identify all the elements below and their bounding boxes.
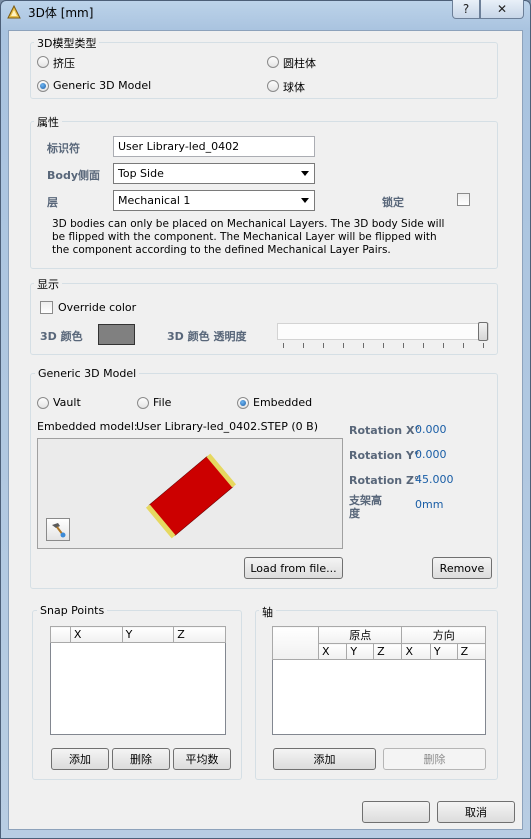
identifier-label: 标识符 (47, 142, 80, 155)
body-side-select[interactable]: Top Side (113, 163, 315, 184)
slider-tick (463, 343, 464, 348)
standoff-value[interactable]: 0mm (415, 498, 443, 511)
axis-add-button[interactable]: 添加 (273, 748, 376, 770)
snap-average-button[interactable]: 平均数 (173, 748, 231, 770)
axis-group-origin: 原点 (317, 626, 403, 644)
radio-sphere-label: 球体 (283, 81, 305, 94)
slider-tick (283, 343, 284, 348)
slider-tick (423, 343, 424, 348)
radio-extruded-label: 挤压 (53, 57, 75, 70)
axis-delete-button[interactable]: 删除 (383, 748, 486, 770)
rotation-y-value[interactable]: 0.000 (415, 448, 447, 461)
axis-title: 轴 (259, 604, 276, 620)
standoff-label-line2: 度 (349, 507, 360, 520)
snap-points-table[interactable]: X Y Z (50, 626, 226, 735)
snap-col-y: Y (121, 626, 175, 643)
window-title: 3D体 [mm] (28, 6, 94, 20)
embedded-model-value: User Library-led_0402.STEP (0 B) (136, 420, 319, 433)
identifier-input[interactable]: User Library-led_0402 (113, 136, 315, 157)
slider-tick (363, 343, 364, 348)
layer-note: 3D bodies can only be placed on Mechanic… (52, 218, 445, 256)
rotation-x-value[interactable]: 0.000 (415, 423, 447, 436)
snap-points-empty-area (51, 643, 226, 735)
cancel-button[interactable]: 取消 (437, 801, 515, 823)
radio-cylinder[interactable] (267, 56, 279, 68)
opacity-slider-ticks (283, 343, 484, 349)
model-type-title: 3D模型类型 (34, 35, 100, 51)
embedded-model-label: Embedded model: (37, 420, 138, 433)
preview-tool-button[interactable] (46, 518, 70, 541)
axis-col-origin-x: X (317, 643, 348, 660)
axis-empty-area (273, 660, 486, 735)
slider-tick (483, 343, 484, 348)
body-side-label: Body侧面 (47, 169, 100, 182)
override-color-checkbox[interactable] (40, 301, 53, 314)
radio-cylinder-label: 圆柱体 (283, 57, 316, 70)
radio-file-label: File (153, 396, 172, 409)
ok-button[interactable] (362, 801, 430, 823)
axis-table[interactable]: 原点 方向 X Y Z X Y Z (272, 626, 487, 735)
close-button[interactable]: ✕ (480, 0, 524, 19)
axis-col-origin-z: Z (373, 643, 403, 660)
remove-button[interactable]: Remove (432, 557, 492, 579)
opacity-slider-thumb[interactable] (478, 322, 488, 341)
slider-tick (343, 343, 344, 348)
axis-group-direction: 方向 (401, 626, 486, 644)
opacity-label: 3D 颜色 透明度 (167, 330, 247, 343)
radio-vault-label: Vault (53, 396, 81, 409)
lock-checkbox[interactable] (457, 193, 470, 206)
radio-embedded-label: Embedded (253, 396, 313, 409)
help-button[interactable]: ? (452, 0, 480, 19)
chevron-down-icon (301, 171, 309, 176)
axis-col-direction-z: Z (456, 643, 487, 660)
snap-col-z: Z (173, 626, 226, 643)
snap-col-x: X (69, 626, 123, 643)
display-title: 显示 (34, 276, 62, 292)
app-icon (7, 4, 21, 19)
rotation-z-label: Rotation Z° (349, 474, 420, 487)
axis-row-header (272, 626, 319, 660)
hammer-icon (52, 523, 66, 538)
radio-sphere[interactable] (267, 80, 279, 92)
model-preview-drawing (145, 453, 237, 539)
opacity-slider[interactable] (277, 323, 489, 340)
snap-add-button[interactable]: 添加 (51, 748, 109, 770)
snap-delete-button[interactable]: 删除 (112, 748, 170, 770)
slider-tick (403, 343, 404, 348)
generic-model-title: Generic 3D Model (35, 367, 140, 380)
slider-tick (383, 343, 384, 348)
override-color-label: Override color (58, 301, 137, 314)
rotation-x-label: Rotation X° (349, 424, 420, 437)
load-from-file-button[interactable]: Load from file... (244, 557, 343, 579)
layer-value: Mechanical 1 (118, 194, 191, 207)
axis-col-direction-x: X (401, 643, 431, 660)
rotation-z-value[interactable]: 45.000 (415, 473, 454, 486)
slider-tick (323, 343, 324, 348)
3d-color-label: 3D 颜色 (40, 330, 83, 343)
chevron-down-icon (301, 198, 309, 203)
3d-color-swatch[interactable] (98, 324, 135, 345)
radio-generic-3d-model[interactable] (37, 80, 49, 92)
slider-tick (443, 343, 444, 348)
layer-label: 层 (47, 196, 58, 209)
axis-col-direction-y: Y (429, 643, 458, 660)
snap-row-header (50, 626, 71, 643)
layer-select[interactable]: Mechanical 1 (113, 190, 315, 211)
body-side-value: Top Side (118, 167, 164, 180)
radio-vault[interactable] (37, 397, 49, 409)
snap-points-title: Snap Points (37, 604, 108, 617)
properties-title: 属性 (34, 114, 62, 130)
slider-tick (303, 343, 304, 348)
radio-generic-3d-model-label: Generic 3D Model (53, 79, 152, 92)
radio-embedded[interactable] (237, 397, 249, 409)
lock-label: 锁定 (382, 196, 404, 209)
rotation-y-label: Rotation Y° (349, 449, 420, 462)
model-preview[interactable] (37, 438, 343, 549)
radio-file[interactable] (137, 397, 149, 409)
axis-col-origin-y: Y (346, 643, 375, 660)
radio-extruded[interactable] (37, 56, 49, 68)
